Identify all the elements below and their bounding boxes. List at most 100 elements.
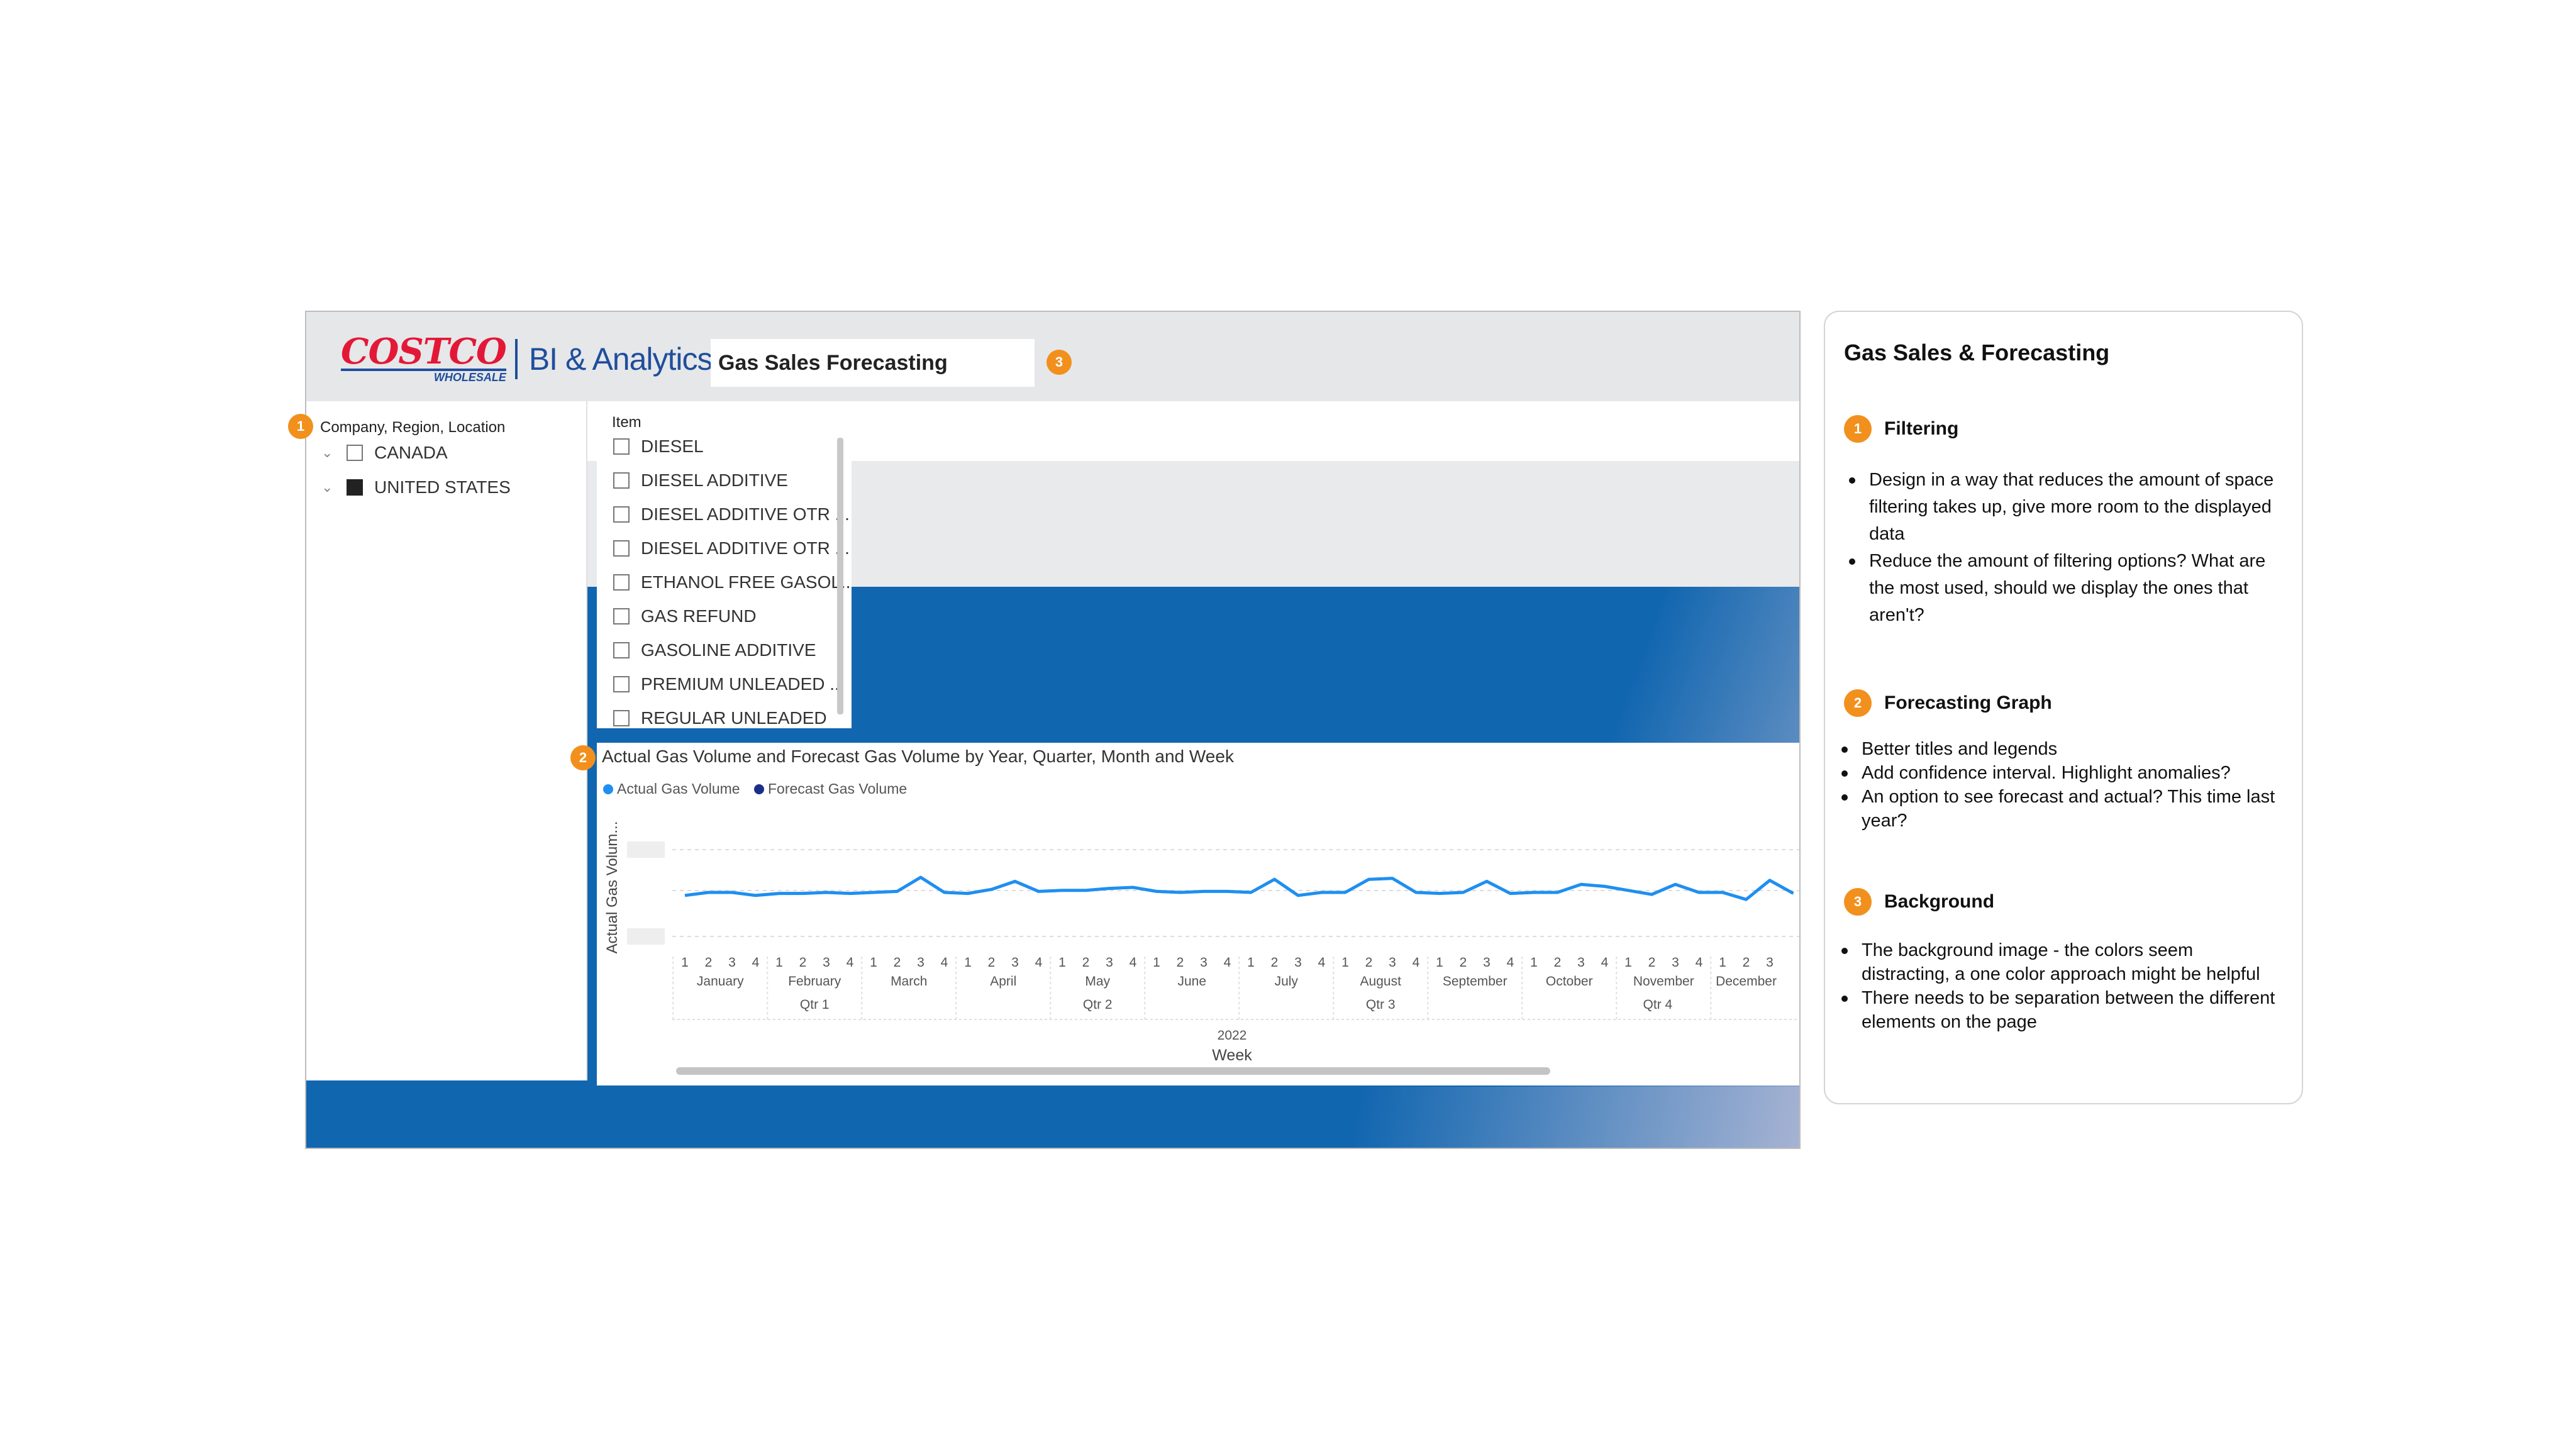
item-option[interactable]: ETHANOL FREE GASOL... — [613, 572, 852, 592]
week-tick-label: 1 — [1341, 955, 1349, 970]
month-tick-label: December — [1716, 974, 1777, 989]
item-option-label: GAS REFUND — [641, 606, 757, 626]
week-tick-label: 2 — [1082, 955, 1090, 970]
legend-dot — [754, 784, 764, 794]
checkbox[interactable] — [613, 642, 630, 658]
week-tick-label: 4 — [1507, 955, 1514, 970]
chart-title: Actual Gas Volume and Forecast Gas Volum… — [602, 747, 1234, 766]
y-tick-label — [627, 841, 665, 858]
month-tick-label: February — [788, 974, 841, 989]
checkbox[interactable] — [613, 540, 630, 557]
location-slicer: Company, Region, Location ⌄ CANADA ⌄ UNI… — [306, 401, 587, 1080]
item-option-label: DIESEL ADDITIVE OTR ... — [641, 504, 850, 524]
week-tick-label: 4 — [1601, 955, 1609, 970]
week-tick-label: 1 — [775, 955, 783, 970]
section-background-heading: 3 Background — [1844, 888, 1994, 916]
week-tick-label: 1 — [681, 955, 689, 970]
week-tick-label: 2 — [894, 955, 901, 970]
list-item: There needs to be separation between the… — [1836, 986, 2277, 1034]
week-tick-label: 1 — [1624, 955, 1632, 970]
month-tick-label: August — [1360, 974, 1402, 989]
legend-item-actual[interactable]: Actual Gas Volume — [603, 780, 740, 797]
item-option-label: DIESEL ADDITIVE OTR ... — [641, 538, 850, 558]
checkbox[interactable] — [347, 445, 363, 461]
legend-item-forecast[interactable]: Forecast Gas Volume — [754, 780, 907, 797]
section-filtering-heading: 1 Filtering — [1844, 415, 1958, 443]
week-tick-label: 2 — [1177, 955, 1184, 970]
annotation-badge-1: 1 — [288, 414, 313, 439]
year-tick-label: 2022 — [1218, 1028, 1247, 1043]
item-option[interactable]: DIESEL ADDITIVE OTR ... — [613, 538, 850, 558]
quarter-tick-label: Qtr 2 — [1083, 997, 1113, 1012]
week-tick-label: 1 — [870, 955, 877, 970]
legend-label: Forecast Gas Volume — [768, 780, 908, 797]
week-tick-label: 3 — [1011, 955, 1019, 970]
item-slicer: Item DIESEL DIESEL ADDITIVE DIESEL ADDIT… — [597, 408, 852, 728]
item-option-label: DIESEL ADDITIVE — [641, 470, 788, 490]
logo-divider — [514, 339, 518, 379]
legend-dot — [603, 784, 613, 794]
item-option[interactable]: DIESEL ADDITIVE OTR ... — [613, 504, 850, 525]
week-tick-label: 3 — [1483, 955, 1491, 970]
section-heading-label: Forecasting Graph — [1884, 692, 2052, 713]
chevron-down-icon[interactable]: ⌄ — [321, 479, 347, 496]
week-tick-label: 2 — [1460, 955, 1467, 970]
week-tick-label: 2 — [988, 955, 996, 970]
month-tick-label: November — [1633, 974, 1694, 989]
tree-item-united-states[interactable]: ⌄ UNITED STATES — [321, 477, 511, 497]
section-forecasting-list: Better titles and legends Add confidence… — [1836, 737, 2286, 833]
list-item: The background image - the colors seem d… — [1836, 938, 2277, 986]
list-item: Design in a way that reduces the amount … — [1844, 467, 2284, 548]
week-tick-label: 4 — [847, 955, 854, 970]
item-option[interactable]: GASOLINE ADDITIVE — [613, 640, 816, 660]
item-slicer-scrollbar[interactable] — [837, 438, 843, 714]
week-tick-label: 1 — [1153, 955, 1160, 970]
annotation-badge: 3 — [1844, 888, 1872, 916]
week-tick-label: 3 — [728, 955, 736, 970]
item-slicer-header: Item — [612, 414, 641, 431]
month-tick-label: May — [1085, 974, 1110, 989]
list-item: Reduce the amount of filtering options? … — [1844, 548, 2284, 629]
month-tick-label: April — [990, 974, 1016, 989]
background-bottom — [306, 1087, 1799, 1148]
chevron-down-icon[interactable]: ⌄ — [321, 445, 347, 461]
tree-item-canada[interactable]: ⌄ CANADA — [321, 443, 448, 463]
item-option[interactable]: REGULAR UNLEADED — [613, 708, 827, 728]
week-tick-label: 3 — [1389, 955, 1396, 970]
item-option[interactable]: PREMIUM UNLEADED ... — [613, 674, 845, 694]
checkbox[interactable] — [613, 506, 630, 523]
checkbox[interactable] — [613, 574, 630, 591]
checkbox[interactable] — [347, 479, 363, 496]
chart-horizontal-scrollbar[interactable] — [676, 1067, 1550, 1075]
week-tick-label: 2 — [1365, 955, 1373, 970]
checkbox[interactable] — [613, 676, 630, 692]
checkbox[interactable] — [613, 438, 630, 455]
week-tick-label: 4 — [1130, 955, 1137, 970]
week-tick-label: 1 — [1719, 955, 1726, 970]
item-option[interactable]: DIESEL — [613, 436, 704, 457]
costco-logo: COSTCO WHOLESALE BI & Analytics — [341, 334, 713, 383]
y-tick-label — [627, 928, 665, 945]
week-tick-label: 4 — [1318, 955, 1326, 970]
week-tick-label: 4 — [1413, 955, 1420, 970]
week-tick-label: 3 — [823, 955, 830, 970]
bi-analytics-label: BI & Analytics — [528, 341, 713, 377]
forecast-chart: Actual Gas Volume and Forecast Gas Volum… — [597, 743, 1799, 1085]
actual-gas-volume-line — [684, 875, 1794, 901]
week-tick-label: 3 — [1294, 955, 1302, 970]
dashboard-screenshot: COSTCO WHOLESALE BI & Analytics Gas Sale… — [305, 311, 1801, 1149]
week-tick-label: 3 — [1200, 955, 1208, 970]
checkbox[interactable] — [613, 472, 630, 489]
quarter-tick-label: Qtr 4 — [1643, 997, 1673, 1012]
item-option[interactable]: DIESEL ADDITIVE — [613, 470, 788, 491]
checkbox[interactable] — [613, 608, 630, 625]
section-heading-label: Filtering — [1884, 418, 1959, 439]
section-background-list: The background image - the colors seem d… — [1836, 938, 2277, 1034]
x-axis-title: Week — [1212, 1046, 1252, 1063]
checkbox[interactable] — [613, 710, 630, 726]
item-option[interactable]: GAS REFUND — [613, 606, 757, 626]
quarter-tick-label: Qtr 3 — [1366, 997, 1396, 1012]
section-filtering-list: Design in a way that reduces the amount … — [1844, 467, 2284, 629]
legend-label: Actual Gas Volume — [617, 780, 740, 797]
notes-card: Gas Sales & Forecasting 1 Filtering Desi… — [1824, 311, 2303, 1104]
